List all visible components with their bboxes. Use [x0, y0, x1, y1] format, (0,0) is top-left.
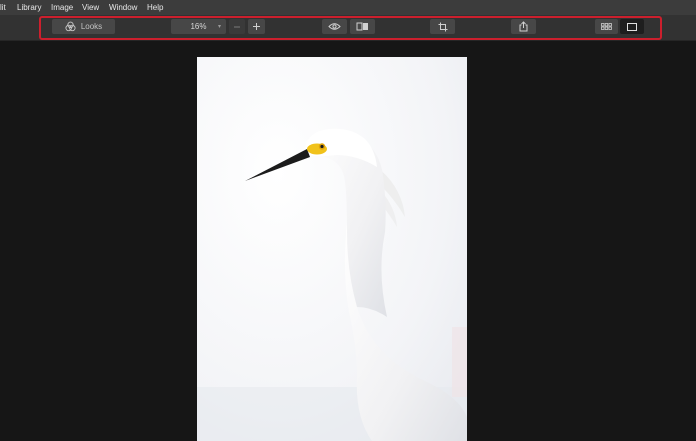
minus-icon	[233, 23, 241, 31]
menu-item-view[interactable]: View	[82, 3, 99, 12]
grid-icon	[601, 23, 612, 30]
looks-button[interactable]: Looks	[52, 19, 115, 34]
looks-icon	[65, 21, 76, 32]
plus-icon	[252, 22, 261, 31]
menu-item-image[interactable]: Image	[51, 3, 73, 12]
chevron-down-icon: ▾	[217, 24, 221, 30]
compare-button[interactable]	[350, 19, 375, 34]
menu-bar: lit Library Image View Window Help	[0, 0, 696, 15]
zoom-out-button[interactable]	[229, 19, 245, 34]
share-button[interactable]	[511, 19, 536, 34]
share-icon	[519, 21, 528, 32]
zoom-value: 16%	[190, 22, 207, 31]
single-view-icon	[627, 22, 637, 31]
single-view-button[interactable]	[620, 19, 644, 34]
menu-item-window[interactable]: Window	[109, 3, 137, 12]
menu-item-edit[interactable]: lit	[0, 3, 6, 12]
egret-photo[interactable]	[197, 57, 467, 441]
menu-item-library[interactable]: Library	[17, 3, 41, 12]
grid-view-button[interactable]	[595, 19, 618, 34]
looks-label: Looks	[80, 22, 103, 31]
menu-item-help[interactable]: Help	[147, 3, 163, 12]
split-compare-icon	[356, 22, 369, 31]
crop-icon	[438, 22, 448, 32]
zoom-select[interactable]: 16% ▾	[171, 19, 226, 34]
crop-button[interactable]	[430, 19, 455, 34]
zoom-in-button[interactable]	[248, 19, 265, 34]
egret-image	[197, 57, 467, 441]
eye-icon	[328, 22, 341, 31]
preview-button[interactable]	[322, 19, 347, 34]
